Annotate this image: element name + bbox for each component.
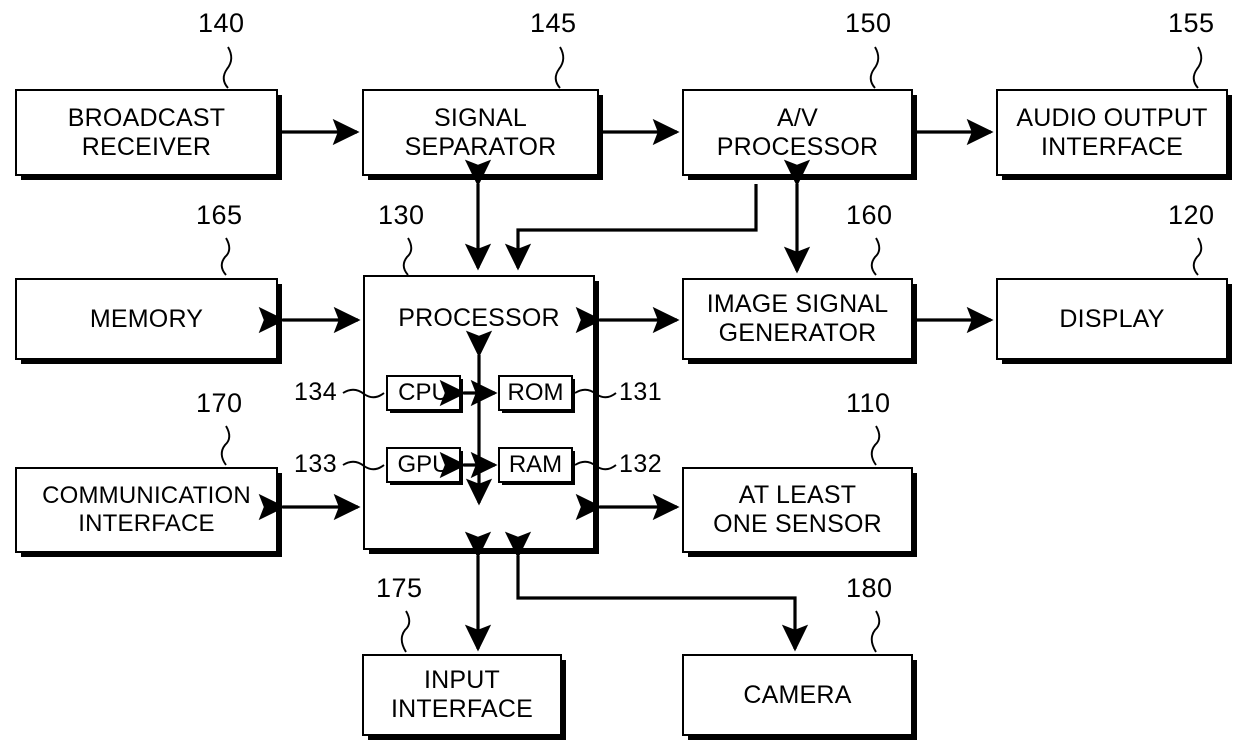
- block-signal-separator: SIGNAL SEPARATOR: [362, 89, 599, 176]
- block-label: AUDIO OUTPUT INTERFACE: [1016, 103, 1208, 161]
- block-label: PROCESSOR: [398, 304, 560, 332]
- ref-number-132: 132: [619, 450, 663, 478]
- ref-number-140: 140: [198, 8, 245, 38]
- block-label: BROADCAST RECEIVER: [67, 103, 226, 161]
- leader-130: [402, 237, 413, 276]
- ref-number-155: 155: [1168, 8, 1215, 38]
- subblock-cpu: CPU: [386, 375, 461, 411]
- ref-number-145: 145: [530, 8, 577, 38]
- leader-180: [870, 610, 881, 653]
- block-label: CAMERA: [743, 680, 852, 709]
- subblock-label: GPU: [397, 451, 450, 478]
- block-processor: PROCESSOR: [363, 275, 595, 550]
- block-input-interface: INPUT INTERFACE: [362, 654, 562, 736]
- ref-number-130: 130: [378, 200, 425, 230]
- subblock-rom: ROM: [498, 375, 573, 411]
- block-label: A/V PROCESSOR: [716, 103, 879, 161]
- ref-number-133: 133: [294, 450, 338, 478]
- block-av-processor: A/V PROCESSOR: [682, 89, 913, 176]
- block-broadcast-receiver: BROADCAST RECEIVER: [15, 89, 278, 176]
- leader-165: [220, 237, 231, 276]
- leader-120: [1192, 237, 1203, 276]
- leader-170: [220, 425, 231, 466]
- block-label: DISPLAY: [1059, 304, 1165, 333]
- block-label: IMAGE SIGNAL GENERATOR: [706, 290, 889, 347]
- block-communication-interface: COMMUNICATION INTERFACE: [15, 467, 278, 553]
- block-audio-output-interface: AUDIO OUTPUT INTERFACE: [996, 89, 1228, 176]
- ref-number-175: 175: [376, 573, 423, 603]
- block-image-signal-generator: IMAGE SIGNAL GENERATOR: [682, 278, 913, 360]
- arrow-avprocessor-to-processor: [504, 184, 758, 271]
- block-label: MEMORY: [89, 304, 204, 333]
- subblock-gpu: GPU: [386, 447, 461, 483]
- leader-110: [870, 425, 881, 466]
- ref-number-170: 170: [196, 388, 243, 418]
- subblock-ram: RAM: [498, 447, 573, 483]
- subblock-label: RAM: [508, 451, 563, 478]
- patent-figure: BROADCAST RECEIVER SIGNAL SEPARATOR A/V …: [0, 0, 1239, 756]
- ref-number-131: 131: [619, 378, 663, 406]
- subblock-label: CPU: [398, 379, 449, 406]
- leader-140: [222, 46, 233, 89]
- leader-150: [869, 46, 880, 89]
- ref-number-150: 150: [845, 8, 892, 38]
- block-label: COMMUNICATION INTERFACE: [42, 482, 251, 537]
- block-label: INPUT INTERFACE: [390, 666, 534, 723]
- leader-145: [554, 46, 565, 89]
- ref-number-165: 165: [196, 200, 243, 230]
- ref-number-134: 134: [294, 378, 338, 406]
- ref-number-110: 110: [846, 388, 891, 418]
- ref-number-120: 120: [1168, 200, 1215, 230]
- ref-number-180: 180: [846, 573, 893, 603]
- block-display: DISPLAY: [996, 278, 1228, 360]
- leader-155: [1192, 46, 1203, 89]
- block-at-least-one-sensor: AT LEAST ONE SENSOR: [682, 467, 913, 553]
- subblock-label: ROM: [507, 379, 564, 406]
- ref-number-160: 160: [846, 200, 893, 230]
- leader-175: [400, 610, 411, 653]
- block-label: SIGNAL SEPARATOR: [404, 103, 557, 161]
- arrow-processor-to-camera: [504, 531, 809, 652]
- block-camera: CAMERA: [682, 654, 913, 736]
- leader-160: [870, 237, 881, 276]
- block-memory: MEMORY: [15, 278, 278, 360]
- block-label: AT LEAST ONE SENSOR: [713, 481, 882, 538]
